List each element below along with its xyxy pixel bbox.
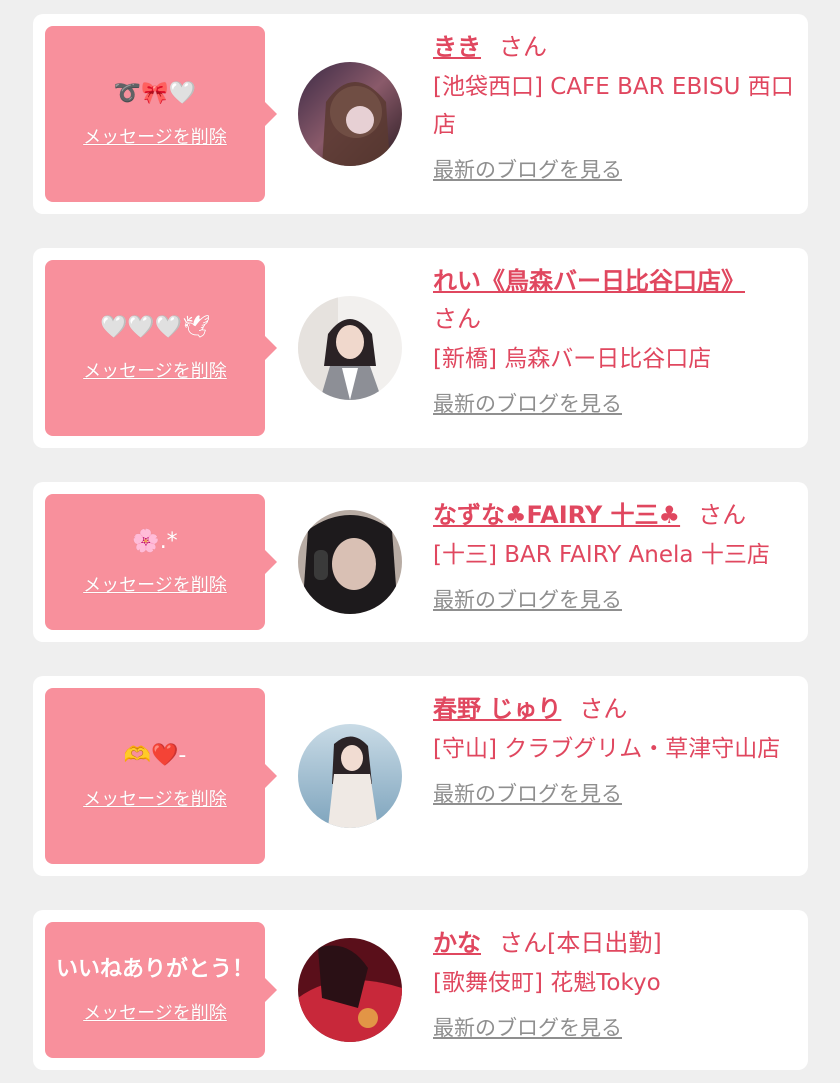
honorific: さん — [433, 305, 481, 333]
message-text: いいねありがとう！ — [55, 957, 254, 982]
blog-link[interactable]: 最新のブログを見る — [433, 154, 622, 184]
status-text: [本日出勤] — [547, 929, 662, 957]
delete-message-link[interactable]: メッセージを削除 — [83, 571, 227, 597]
name-line: なずな♣FAIRY 十三♣ さん — [433, 496, 798, 534]
user-name-link[interactable]: れい《鳥森バー日比谷口店》 — [433, 267, 745, 295]
delete-message-link[interactable]: メッセージを削除 — [83, 999, 227, 1025]
name-line: かな さん[本日出勤] — [433, 924, 798, 962]
info: 春野 じゅり さん [守山] クラブグリム・草津守山店 最新のブログを見る — [433, 690, 798, 808]
avatar-photo — [298, 938, 402, 1042]
delete-message-link[interactable]: メッセージを削除 — [83, 785, 227, 811]
honorific: さん — [499, 929, 547, 957]
message-bubble: いいねありがとう！ メッセージを削除 — [45, 922, 277, 1058]
message-bubble: 🤍🤍🤍🕊 メッセージを削除 — [45, 260, 277, 436]
message-card: 🫶❤️- メッセージを削除 春野 じゅり さん [守山] クラブグリム・草津守山店… — [33, 676, 808, 876]
message-text: 🌸.* — [132, 529, 178, 554]
name-line: きき さん — [433, 28, 798, 66]
blog-link[interactable]: 最新のブログを見る — [433, 388, 622, 418]
avatar-photo — [298, 510, 402, 614]
message-bubble: ➰🎀🤍 メッセージを削除 — [45, 26, 277, 202]
user-name-link[interactable]: かな — [433, 929, 481, 957]
delete-message-link[interactable]: メッセージを削除 — [83, 357, 227, 383]
message-bubble: 🫶❤️- メッセージを削除 — [45, 688, 277, 864]
avatar-photo — [298, 296, 402, 400]
message-card: 🤍🤍🤍🕊 メッセージを削除 れい《鳥森バー日比谷口店》 さん [新橋] 烏森バー日… — [33, 248, 808, 448]
blog-link[interactable]: 最新のブログを見る — [433, 584, 622, 614]
honorific: さん — [579, 695, 628, 723]
message-text: 🫶❤️- — [123, 743, 187, 768]
info: きき さん [池袋西口] CAFE BAR EBISU 西口店 最新のブログを見る — [433, 28, 798, 184]
user-name-link[interactable]: 春野 じゅり — [433, 695, 561, 723]
shop-name: [池袋西口] CAFE BAR EBISU 西口店 — [433, 74, 794, 138]
honorific: さん — [499, 33, 547, 61]
user-name-link[interactable]: なずな♣FAIRY 十三♣ — [433, 501, 680, 529]
name-line: 春野 じゅり さん — [433, 690, 798, 728]
user-name-link[interactable]: きき — [433, 33, 481, 61]
avatar[interactable] — [298, 510, 402, 614]
name-line: れい《鳥森バー日比谷口店》 さん — [433, 262, 798, 338]
blog-link[interactable]: 最新のブログを見る — [433, 1012, 622, 1042]
message-text: 🤍🤍🤍🕊 — [99, 315, 211, 340]
message-card: 🌸.* メッセージを削除 なずな♣FAIRY 十三♣ さん [十三] BAR FA… — [33, 482, 808, 642]
shop-name: [歌舞伎町] 花魁Tokyo — [433, 970, 661, 996]
avatar[interactable] — [298, 724, 402, 828]
shop-name: [守山] クラブグリム・草津守山店 — [433, 736, 781, 762]
message-list: ➰🎀🤍 メッセージを削除 きき さん [池袋西口] CAFE BAR EBISU … — [0, 0, 840, 1083]
avatar-photo — [298, 62, 402, 166]
message-bubble: 🌸.* メッセージを削除 — [45, 494, 277, 630]
shop-name: [新橋] 烏森バー日比谷口店 — [433, 346, 712, 372]
blog-link[interactable]: 最新のブログを見る — [433, 778, 622, 808]
message-card: ➰🎀🤍 メッセージを削除 きき さん [池袋西口] CAFE BAR EBISU … — [33, 14, 808, 214]
avatar[interactable] — [298, 296, 402, 400]
honorific: さん — [698, 501, 747, 529]
info: かな さん[本日出勤] [歌舞伎町] 花魁Tokyo 最新のブログを見る — [433, 924, 798, 1042]
message-text: ➰🎀🤍 — [113, 81, 197, 106]
info: なずな♣FAIRY 十三♣ さん [十三] BAR FAIRY Anela 十三店… — [433, 496, 798, 614]
shop-name: [十三] BAR FAIRY Anela 十三店 — [433, 542, 770, 568]
info: れい《鳥森バー日比谷口店》 さん [新橋] 烏森バー日比谷口店 最新のブログを見る — [433, 262, 798, 418]
avatar-photo — [298, 724, 402, 828]
delete-message-link[interactable]: メッセージを削除 — [83, 123, 227, 149]
avatar[interactable] — [298, 938, 402, 1042]
avatar[interactable] — [298, 62, 402, 166]
message-card: いいねありがとう！ メッセージを削除 かな さん[本日出勤] [歌舞伎町] 花魁T… — [33, 910, 808, 1070]
